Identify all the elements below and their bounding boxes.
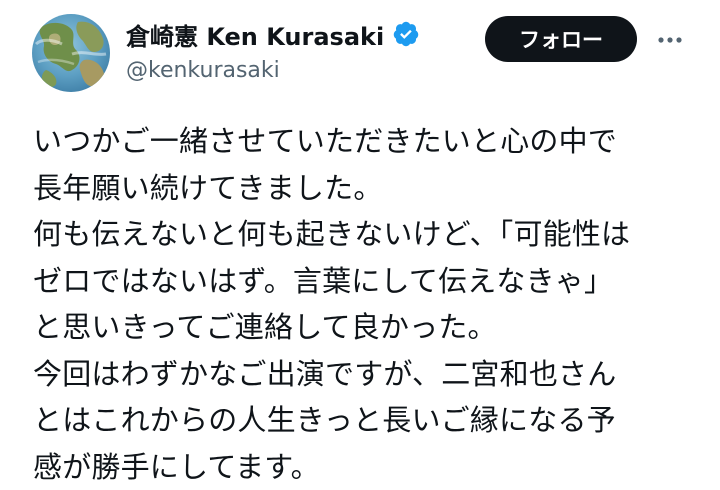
- tweet-text-line: と思いきってご連絡して良かった。: [33, 310, 497, 344]
- more-options-button[interactable]: [654, 24, 686, 56]
- author-display-name[interactable]: 倉崎憲 Ken Kurasaki: [126, 17, 384, 52]
- more-horizontal-icon: [658, 37, 682, 43]
- tweet-text-line: とはこれからの人生きっと長いご縁になる予: [33, 403, 616, 437]
- verified-badge-icon[interactable]: [392, 20, 420, 48]
- author-name-row: 倉崎憲 Ken Kurasaki: [126, 14, 420, 54]
- tweet-text: いつかご一緒させていただきたいと心の中で 長年願い続けてきました。 何も伝えない…: [33, 118, 703, 490]
- tweet-text-line: いつかご一緒させていただきたいと心の中で: [33, 124, 618, 158]
- tweet-text-line: 感が勝手にしてます。: [33, 449, 320, 484]
- tweet: 倉崎憲 Ken Kurasaki @kenkurasaki フォロー いつかご一…: [0, 0, 720, 490]
- tweet-text-line: 何も伝えないと何も起きないけど、「可能性は: [33, 217, 631, 251]
- tweet-text-line: ゼロではないはず。言葉にして伝えなきゃ」: [33, 263, 614, 298]
- tweet-text-line: 長年願い続けてきました。: [33, 170, 383, 205]
- globe-avatar-icon: [32, 14, 110, 92]
- follow-button[interactable]: フォロー: [485, 16, 637, 62]
- author-handle[interactable]: @kenkurasaki: [126, 58, 280, 83]
- avatar[interactable]: [32, 14, 110, 92]
- tweet-text-line: 今回はわずかなご出演ですが、二宮和也さん: [33, 356, 617, 391]
